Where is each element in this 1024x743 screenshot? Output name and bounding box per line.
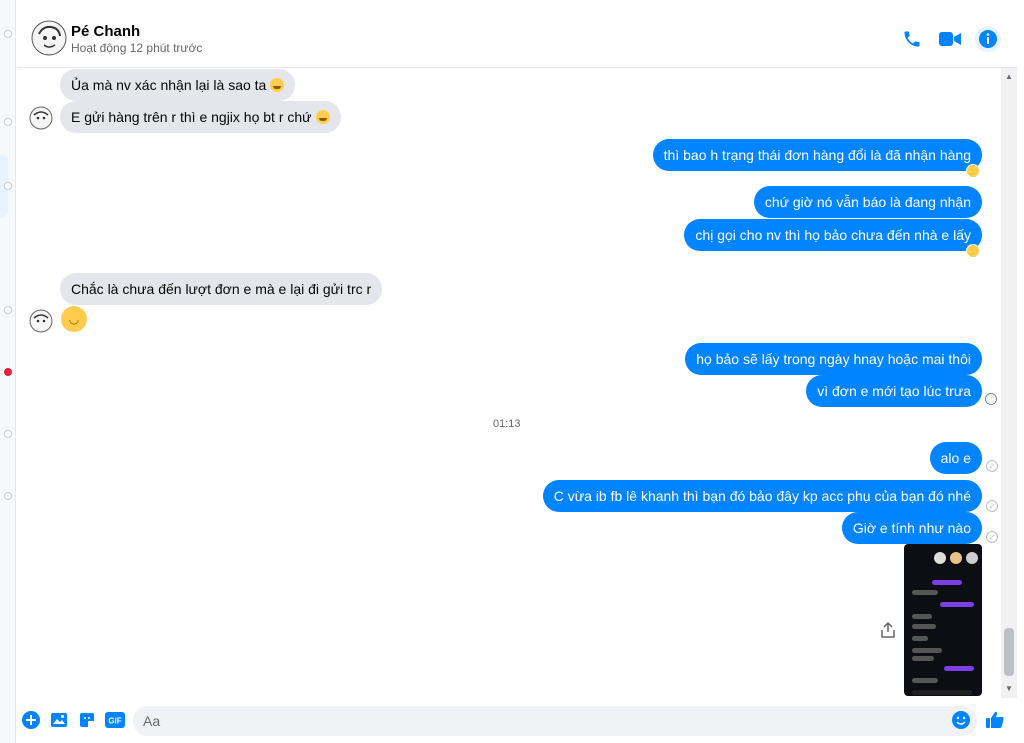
message-text: thì bao h trạng thái đơn hàng đổi là đã … (663, 147, 971, 163)
message-input[interactable] (133, 706, 977, 736)
contact-avatar-small[interactable] (29, 309, 53, 333)
share-icon[interactable] (881, 621, 897, 638)
message-text: chứ giờ nó vẫn báo là đang nhận (764, 194, 971, 210)
gif-icon[interactable]: GIF (105, 710, 125, 730)
message-text: E gửi hàng trên r thì e ngjix họ bt r ch… (71, 109, 312, 125)
delivered-check-icon: ✓ (986, 531, 998, 543)
image-icon[interactable] (49, 710, 69, 730)
sidebar-dot[interactable] (4, 182, 12, 190)
sticker-icon[interactable] (77, 710, 97, 730)
delivered-check-icon: ✓ (986, 500, 998, 512)
message-text: chị gọi cho nv thì họ bảo chưa đến nhà e… (695, 227, 971, 243)
emoji-icon (270, 78, 285, 92)
scrollbar-thumb[interactable] (1004, 628, 1014, 676)
message-outgoing[interactable]: chị gọi cho nv thì họ bảo chưa đến nhà e… (684, 219, 982, 251)
seen-avatar (985, 393, 997, 405)
message-outgoing[interactable]: Giờ e tính như nào (841, 512, 982, 544)
left-sidebar-strip (0, 0, 16, 743)
emoji-icon[interactable] (951, 710, 971, 730)
message-outgoing[interactable]: C vừa ib fb lê khanh thì bạn đó bảo đây … (542, 480, 982, 512)
sidebar-dot[interactable] (4, 118, 12, 126)
message-composer: GIF (17, 698, 1017, 743)
message-outgoing[interactable]: thì bao h trạng thái đơn hàng đổi là đã … (652, 139, 982, 171)
reaction-emoji-icon[interactable] (966, 244, 980, 258)
reaction-emoji-icon[interactable] (966, 164, 980, 178)
chat-header: Pé Chanh Hoạt động 12 phút trước (17, 10, 1017, 68)
sidebar-dot[interactable] (4, 368, 12, 376)
emoji-icon (315, 110, 330, 124)
message-incoming[interactable]: Ủa mà nv xác nhận lại là sao ta (60, 69, 296, 101)
message-list[interactable]: Ủa mà nv xác nhận lại là sao ta E gửi hà… (17, 68, 1001, 698)
message-text: alo e (940, 450, 971, 466)
sidebar-dot[interactable] (4, 430, 12, 438)
phone-icon[interactable] (899, 26, 925, 52)
scroll-up-icon[interactable]: ▲ (1005, 72, 1013, 81)
message-outgoing[interactable]: alo e (929, 442, 982, 474)
message-text: Ủa mà nv xác nhận lại là sao ta (71, 77, 267, 93)
info-icon[interactable] (975, 26, 1001, 52)
contact-name[interactable]: Pé Chanh (71, 23, 140, 40)
video-icon[interactable] (937, 26, 963, 52)
like-icon[interactable] (985, 710, 1005, 730)
contact-avatar-small[interactable] (29, 106, 53, 130)
message-text: Chắc là chưa đến lượt đơn e mà e lại đi … (71, 281, 372, 297)
sidebar-dot[interactable] (4, 306, 12, 314)
sidebar-dot[interactable] (4, 492, 12, 500)
svg-text:GIF: GIF (108, 717, 121, 726)
message-text: họ bảo sẽ lấy trong ngày hnay hoặc mai t… (696, 351, 971, 367)
image-attachment[interactable] (904, 544, 982, 696)
message-outgoing[interactable]: chứ giờ nó vẫn báo là đang nhận (753, 186, 982, 218)
laughing-emoji-icon[interactable]: ◡ (61, 306, 87, 332)
message-incoming[interactable]: E gửi hàng trên r thì e ngjix họ bt r ch… (60, 101, 341, 133)
contact-avatar[interactable] (31, 20, 67, 56)
message-incoming[interactable]: Chắc là chưa đến lượt đơn e mà e lại đi … (60, 273, 383, 305)
delivered-check-icon: ✓ (986, 460, 998, 472)
message-outgoing[interactable]: họ bảo sẽ lấy trong ngày hnay hoặc mai t… (685, 343, 982, 375)
contact-status: Hoạt động 12 phút trước (71, 41, 203, 55)
chat-scrollbar[interactable]: ▲ ▼ (1001, 68, 1017, 698)
message-timestamp: 01:13 (493, 418, 521, 430)
message-text: Giờ e tính như nào (852, 520, 971, 536)
message-text: C vừa ib fb lê khanh thì bạn đó bảo đây … (553, 488, 971, 504)
scroll-down-icon[interactable]: ▼ (1005, 684, 1013, 693)
message-outgoing[interactable]: vì đơn e mới tạo lúc trưa (806, 375, 982, 407)
message-text: vì đơn e mới tạo lúc trưa (817, 383, 971, 399)
sidebar-dot[interactable] (4, 30, 12, 38)
plus-icon[interactable] (21, 710, 41, 730)
